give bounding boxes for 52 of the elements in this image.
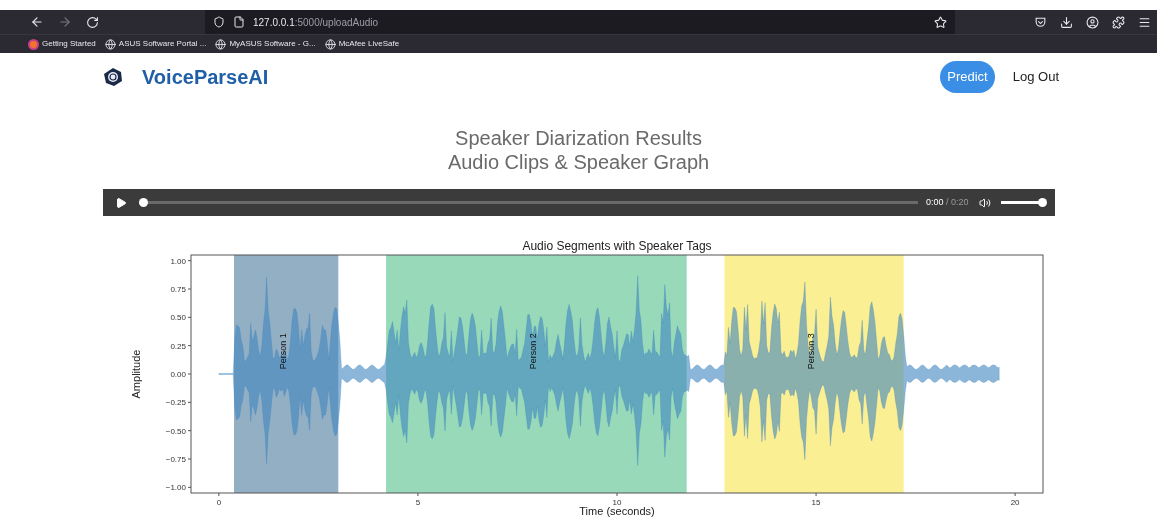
page-heading: Audio Clips & Speaker Graph xyxy=(447,149,710,174)
extensions-icon[interactable] xyxy=(1112,15,1125,29)
url-text: 127.0.0.1:5000/uploadAudio xyxy=(253,15,379,30)
speaker-label: Person 3 xyxy=(806,333,817,370)
globe-icon xyxy=(215,38,227,50)
logo-icon xyxy=(103,66,123,87)
bookmark-star-icon[interactable] xyxy=(934,15,947,29)
bookmark-item[interactable]: Getting Started xyxy=(28,38,96,50)
y-tick-label: 0.00 xyxy=(170,370,186,379)
speaker-label: Person 2 xyxy=(528,333,539,370)
x-axis-label: Time (seconds) xyxy=(579,505,655,517)
page-icon xyxy=(233,16,245,28)
y-tick-label: −0.75 xyxy=(165,455,186,464)
shield-icon xyxy=(213,16,225,28)
play-icon[interactable] xyxy=(114,196,127,209)
bookmark-item[interactable]: McAfee LiveSafe xyxy=(324,38,400,50)
volume-icon[interactable] xyxy=(978,196,991,209)
x-tick-label: 5 xyxy=(415,498,421,507)
speaker-label: Person 1 xyxy=(278,333,289,370)
y-tick-label: 0.75 xyxy=(170,285,186,294)
reload-icon[interactable] xyxy=(86,15,99,29)
y-tick-label: −0.50 xyxy=(165,426,186,436)
x-tick-label: 0 xyxy=(216,498,222,507)
bookmark-item[interactable]: MyASUS Software - G... xyxy=(215,38,316,50)
bookmark-item[interactable]: ASUS Software Portal ... xyxy=(104,38,207,50)
page-heading: Speaker Diarization Results xyxy=(455,125,702,150)
pocket-icon[interactable] xyxy=(1034,15,1047,29)
menu-icon[interactable] xyxy=(1138,15,1151,29)
x-tick-label: 15 xyxy=(811,498,821,507)
x-tick-label: 20 xyxy=(1010,498,1020,507)
y-axis-label: Amplitude xyxy=(130,349,142,399)
chart-title: Audio Segments with Speaker Tags xyxy=(522,239,712,253)
account-icon[interactable] xyxy=(1086,15,1099,29)
x-tick-label: 10 xyxy=(612,498,622,507)
progress-thumb[interactable] xyxy=(138,198,148,207)
y-tick-label: 1.00 xyxy=(170,256,186,266)
y-tick-label: −0.25 xyxy=(165,398,186,408)
download-icon[interactable] xyxy=(1060,15,1073,29)
y-tick-label: 0.50 xyxy=(170,313,186,323)
progress-track[interactable] xyxy=(138,201,918,204)
volume-thumb[interactable] xyxy=(1037,198,1047,207)
y-tick-label: 0.25 xyxy=(170,341,186,351)
time-display: 0:00 / 0:20 xyxy=(925,195,969,209)
firefox-icon xyxy=(28,38,39,50)
y-tick-label: −1.00 xyxy=(165,483,186,493)
globe-icon xyxy=(324,38,336,50)
address-field[interactable]: 127.0.0.1:5000/uploadAudio xyxy=(205,10,955,34)
nav-button[interactable]: Log Out xyxy=(1004,60,1067,93)
back-icon[interactable] xyxy=(30,15,44,29)
brand-name[interactable]: VoiceParseAI xyxy=(142,61,269,92)
globe-icon xyxy=(104,38,116,50)
forward-icon[interactable] xyxy=(58,15,72,29)
